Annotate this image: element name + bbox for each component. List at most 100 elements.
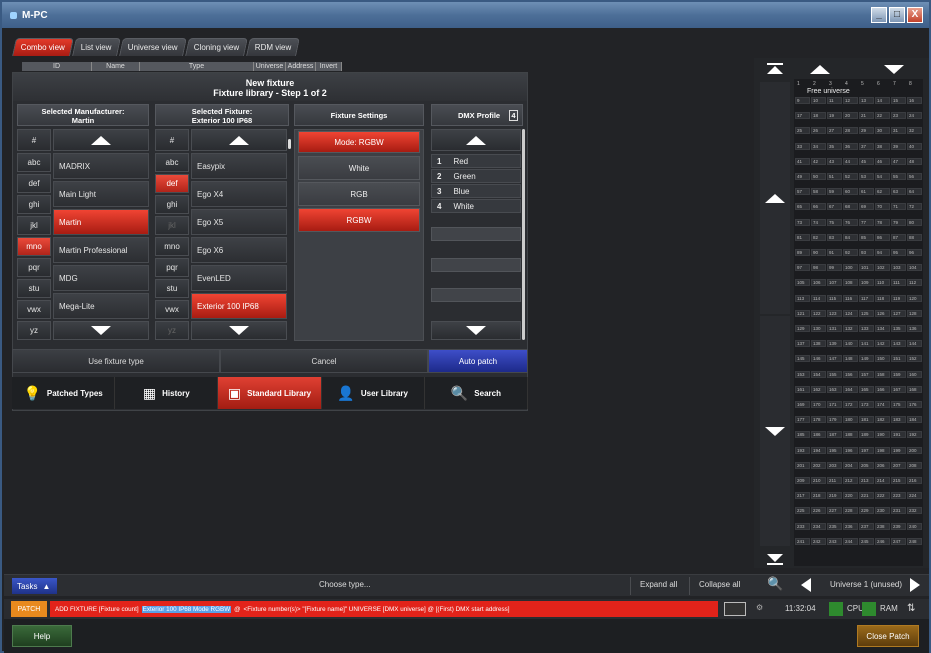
dmx-address-cell[interactable]: 122 bbox=[811, 309, 826, 317]
dmx-address-cell[interactable]: 146 bbox=[811, 355, 826, 363]
dmx-address-cell[interactable]: 50 bbox=[811, 173, 826, 180]
dmx-address-cell[interactable]: 215 bbox=[891, 477, 906, 484]
dmx-address-cell[interactable]: 102 bbox=[875, 264, 890, 272]
dmx-address-cell[interactable]: 244 bbox=[843, 537, 858, 545]
header-address[interactable]: Address bbox=[286, 62, 316, 71]
tab-search[interactable]: 🔍 Search bbox=[425, 377, 529, 409]
dmx-address-cell[interactable]: 227 bbox=[827, 507, 842, 515]
maximize-button[interactable]: □ bbox=[889, 7, 905, 23]
dmx-address-cell[interactable]: 112 bbox=[907, 279, 922, 287]
dmx-address-cell[interactable]: 199 bbox=[891, 446, 906, 454]
dmx-address-cell[interactable]: 113 bbox=[795, 294, 810, 302]
dmx-address-cell[interactable]: 173 bbox=[859, 401, 874, 408]
dmx-address-cell[interactable]: 85 bbox=[859, 233, 874, 241]
mfr-letter-def[interactable]: def bbox=[17, 174, 51, 193]
dmx-address-cell[interactable]: 68 bbox=[843, 203, 858, 211]
use-fixture-type-button[interactable]: Use fixture type bbox=[12, 349, 220, 373]
dmx-address-cell[interactable]: 189 bbox=[859, 431, 874, 439]
dmx-address-cell[interactable]: 219 bbox=[827, 492, 842, 500]
dmx-address-cell[interactable]: 124 bbox=[843, 309, 858, 317]
universe-first-button[interactable] bbox=[760, 60, 790, 78]
dmx-address-cell[interactable]: 45 bbox=[859, 157, 874, 165]
dmx-address-cell[interactable]: 181 bbox=[859, 416, 874, 424]
dmx-address-cell[interactable]: 135 bbox=[891, 325, 906, 332]
settings-mode-header[interactable]: Mode: RGBW bbox=[298, 131, 420, 153]
dmx-address-cell[interactable]: 246 bbox=[875, 537, 890, 545]
dmx-address-cell[interactable]: 80 bbox=[907, 218, 922, 226]
fix-letter-hash[interactable]: # bbox=[155, 129, 189, 151]
dmx-address-cell[interactable]: 14 bbox=[875, 97, 890, 104]
dmx-address-cell[interactable]: 217 bbox=[795, 492, 810, 500]
dmx-address-cell[interactable]: 53 bbox=[859, 173, 874, 180]
dmx-address-cell[interactable]: 72 bbox=[907, 203, 922, 211]
header-universe[interactable]: Universe bbox=[254, 62, 286, 71]
dmx-address-cell[interactable]: 78 bbox=[875, 218, 890, 226]
dmx-address-cell[interactable]: 55 bbox=[891, 173, 906, 180]
dmx-address-cell[interactable]: 33 bbox=[795, 142, 810, 150]
dmx-address-cell[interactable]: 41 bbox=[795, 157, 810, 165]
dmx-address-cell[interactable]: 198 bbox=[875, 446, 890, 454]
dmx-address-cell[interactable]: 151 bbox=[891, 355, 906, 363]
dmx-address-cell[interactable]: 32 bbox=[907, 127, 922, 135]
dmx-address-cell[interactable]: 64 bbox=[907, 188, 922, 196]
dmx-address-cell[interactable]: 87 bbox=[891, 233, 906, 241]
dmx-address-cell[interactable]: 128 bbox=[907, 309, 922, 317]
dmx-address-cell[interactable]: 91 bbox=[827, 249, 842, 256]
header-id[interactable]: ID bbox=[22, 62, 92, 71]
tab-list-view[interactable]: List view bbox=[72, 38, 121, 56]
dmx-address-cell[interactable]: 35 bbox=[827, 142, 842, 150]
dmx-address-cell[interactable]: 47 bbox=[891, 157, 906, 165]
tab-universe-view[interactable]: Universe view bbox=[118, 38, 187, 56]
dmx-address-cell[interactable]: 19 bbox=[827, 112, 842, 120]
dmx-address-cell[interactable]: 174 bbox=[875, 401, 890, 408]
fix-letter-pqr[interactable]: pqr bbox=[155, 258, 189, 277]
cancel-button[interactable]: Cancel bbox=[220, 349, 428, 373]
dmx-address-cell[interactable]: 225 bbox=[795, 507, 810, 515]
dmx-address-cell[interactable]: 177 bbox=[795, 416, 810, 424]
dmx-address-cell[interactable]: 92 bbox=[843, 249, 858, 256]
dmx-address-cell[interactable]: 21 bbox=[859, 112, 874, 120]
dmx-address-cell[interactable]: 139 bbox=[827, 340, 842, 348]
universe-prev-arrow[interactable] bbox=[801, 578, 811, 594]
dmx-address-cell[interactable]: 29 bbox=[859, 127, 874, 135]
auto-patch-button[interactable]: Auto patch bbox=[428, 349, 528, 373]
dmx-address-cell[interactable]: 143 bbox=[891, 340, 906, 348]
dmx-address-cell[interactable]: 224 bbox=[907, 492, 922, 500]
dmx-address-cell[interactable]: 190 bbox=[875, 431, 890, 439]
dmx-address-cell[interactable]: 142 bbox=[875, 340, 890, 348]
dmx-address-cell[interactable]: 56 bbox=[907, 173, 922, 180]
dmx-address-cell[interactable]: 117 bbox=[859, 294, 874, 302]
grid-scroll-down-button[interactable] bbox=[871, 60, 917, 78]
dmx-address-cell[interactable]: 77 bbox=[859, 218, 874, 226]
dmx-address-cell[interactable]: 96 bbox=[907, 249, 922, 256]
dmx-address-cell[interactable]: 200 bbox=[907, 446, 922, 454]
dmx-address-cell[interactable]: 229 bbox=[859, 507, 874, 515]
dmx-address-cell[interactable]: 234 bbox=[811, 522, 826, 530]
dmx-address-cell[interactable]: 220 bbox=[843, 492, 858, 500]
dmx-address-cell[interactable]: 94 bbox=[875, 249, 890, 256]
dmx-address-cell[interactable]: 101 bbox=[859, 264, 874, 272]
mfr-letter-hash[interactable]: # bbox=[17, 129, 51, 151]
dmx-address-cell[interactable]: 209 bbox=[795, 477, 810, 484]
dmx-address-cell[interactable]: 105 bbox=[795, 279, 810, 287]
dmx-address-cell[interactable]: 156 bbox=[843, 370, 858, 378]
dmx-address-cell[interactable]: 22 bbox=[875, 112, 890, 120]
fix-letter-mno[interactable]: mno bbox=[155, 237, 189, 256]
dmx-address-cell[interactable]: 39 bbox=[891, 142, 906, 150]
dmx-address-cell[interactable]: 157 bbox=[859, 370, 874, 378]
dmx-address-cell[interactable]: 178 bbox=[811, 416, 826, 424]
fix-letter-yz[interactable]: yz bbox=[155, 321, 189, 340]
dmx-address-cell[interactable]: 95 bbox=[891, 249, 906, 256]
dmx-address-cell[interactable]: 24 bbox=[907, 112, 922, 120]
dmx-address-cell[interactable]: 71 bbox=[891, 203, 906, 211]
dmx-address-cell[interactable]: 158 bbox=[875, 370, 890, 378]
dmx-address-cell[interactable]: 149 bbox=[859, 355, 874, 363]
settings-mode-option[interactable]: White bbox=[298, 156, 420, 180]
dmx-address-cell[interactable]: 238 bbox=[875, 522, 890, 530]
dmx-address-cell[interactable]: 207 bbox=[891, 461, 906, 469]
dmx-address-cell[interactable]: 79 bbox=[891, 218, 906, 226]
dmx-address-cell[interactable]: 116 bbox=[843, 294, 858, 302]
dmx-address-cell[interactable]: 28 bbox=[843, 127, 858, 135]
tab-patched-types[interactable]: 💡 Patched Types bbox=[12, 377, 116, 409]
close-patch-button[interactable]: Close Patch bbox=[857, 625, 919, 647]
